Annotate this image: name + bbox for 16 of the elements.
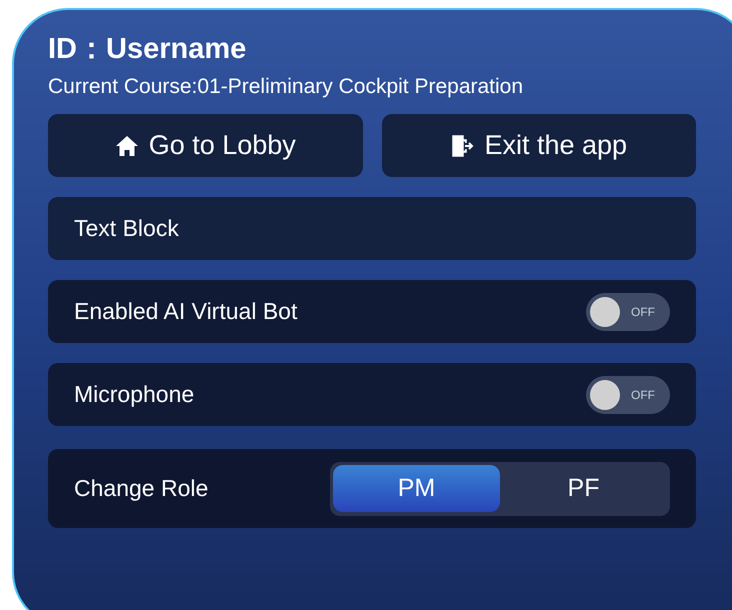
role-label: Change Role bbox=[74, 474, 210, 504]
toggle-switch[interactable]: OFF bbox=[586, 292, 670, 330]
toggle-switch[interactable]: OFF bbox=[586, 376, 670, 414]
text-block: Text Block bbox=[48, 197, 696, 260]
setting-label: Microphone bbox=[74, 380, 194, 410]
role-option[interactable]: PF bbox=[500, 465, 667, 512]
setting-label: Enabled AI Virtual Bot bbox=[74, 297, 298, 326]
lobby-button[interactable]: Go to Lobby bbox=[48, 114, 362, 177]
role-option[interactable]: PM bbox=[333, 465, 500, 512]
toggle-state-label: OFF bbox=[630, 304, 656, 320]
user-id-title: ID：Username bbox=[48, 32, 248, 66]
toggle-state-label: OFF bbox=[630, 386, 656, 404]
home-icon bbox=[114, 134, 139, 156]
exit-door-icon bbox=[450, 134, 474, 158]
current-course-label: Current Course:01-Preliminary Cockpit Preparation bbox=[48, 74, 524, 100]
exit-app-button[interactable]: Exit the app bbox=[382, 114, 696, 177]
